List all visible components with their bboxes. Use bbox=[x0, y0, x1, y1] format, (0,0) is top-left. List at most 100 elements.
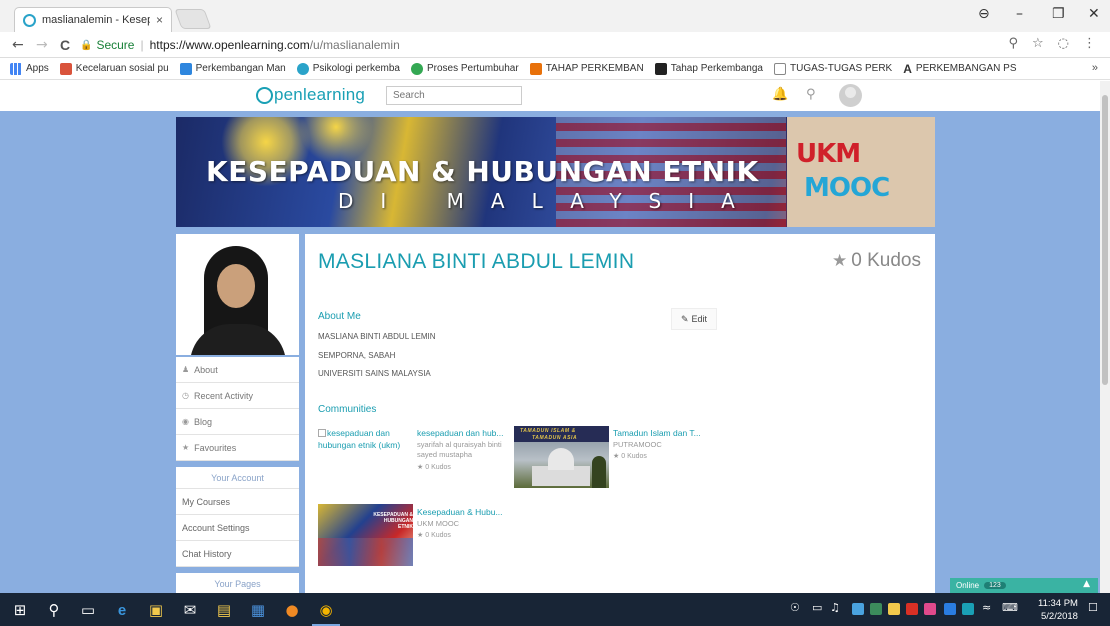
mail-icon[interactable]: ✉ bbox=[180, 600, 200, 620]
tab-close-icon[interactable]: × bbox=[156, 13, 163, 27]
tray-app-icon[interactable] bbox=[924, 603, 936, 615]
notifications-icon[interactable]: 🔔 bbox=[772, 87, 788, 102]
task-view-icon[interactable]: ▭ bbox=[78, 600, 98, 620]
scrollbar-thumb[interactable] bbox=[1102, 95, 1108, 385]
wifi-icon[interactable]: ≈ bbox=[982, 601, 991, 614]
browser-titlebar: maslianalemin - Kesepad × ⊖ – ❐ ✕ bbox=[0, 0, 1110, 32]
thumb-text: TAMADUN ISLAM & bbox=[520, 428, 576, 434]
edit-about-button[interactable]: ✎ Edit bbox=[671, 308, 717, 330]
maximize-button[interactable]: ❐ bbox=[1052, 6, 1065, 22]
sidebar-item-blog[interactable]: ◉ Blog bbox=[176, 409, 299, 435]
url-input[interactable]: 🔒 Secure | https://www.openlearning.com /… bbox=[80, 35, 1070, 55]
zoom-icon[interactable]: ⚲ bbox=[1008, 36, 1018, 51]
bookmark-item[interactable]: Tahap Perkembanga bbox=[654, 62, 763, 75]
about-me-heading: About Me bbox=[318, 311, 361, 322]
course-thumbnail-broken[interactable]: kesepaduan dan hubungan etnik (ukm) bbox=[318, 427, 413, 451]
openlearning-logo[interactable]: penlearning bbox=[256, 85, 365, 105]
secure-label: Secure bbox=[96, 38, 135, 52]
store-icon[interactable]: ▣ bbox=[146, 600, 166, 620]
course-banner: KESEPADUAN & HUBUNGAN ETNIK DI MALAYSIA … bbox=[176, 117, 935, 227]
course-title[interactable]: kesepaduan dan hub... bbox=[417, 428, 504, 438]
tab-title: maslianalemin - Kesepad bbox=[42, 14, 150, 26]
action-center-icon[interactable]: ☐ bbox=[1088, 601, 1098, 614]
taskbar-clock[interactable]: 11:34 PM 5/2/2018 bbox=[1038, 597, 1078, 623]
windows-taskbar: ⊞ ⚲ ▭ e ▣ ✉ ▤ ▦ ● ◉ ☉ ▭ ♫ ≈ ⌨ 11:34 PM 5… bbox=[0, 593, 1110, 626]
bookmark-favicon-icon bbox=[59, 62, 72, 75]
browser-tab[interactable]: maslianalemin - Kesepad × bbox=[14, 7, 172, 32]
battery-icon[interactable]: ▭ bbox=[812, 601, 822, 614]
bluetooth-icon[interactable] bbox=[944, 603, 956, 615]
chat-online-count: 123 bbox=[984, 582, 1006, 589]
edge-icon[interactable]: e bbox=[112, 600, 132, 620]
course-title[interactable]: Tamadun Islam dan T... bbox=[613, 428, 701, 438]
volume-icon[interactable]: ♫ bbox=[830, 601, 840, 614]
your-pages-heading: Your Pages bbox=[176, 573, 299, 593]
bookmark-item[interactable]: Kecelaruan sosial pu bbox=[59, 62, 169, 75]
openlearning-favicon-icon bbox=[23, 13, 36, 27]
people-icon[interactable]: ☉ bbox=[790, 601, 800, 614]
course-title[interactable]: Kesepaduan & Hubu... bbox=[417, 507, 503, 517]
tray-app-icon[interactable] bbox=[962, 603, 974, 615]
bookmark-item[interactable]: TUGAS-TUGAS PERK bbox=[773, 62, 892, 75]
tray-warning-icon[interactable] bbox=[888, 603, 900, 615]
chat-label: Online bbox=[956, 581, 980, 590]
url-separator: | bbox=[140, 38, 144, 52]
course-author: UKM MOOC bbox=[417, 519, 460, 528]
profile-icon[interactable]: ⊖ bbox=[978, 6, 990, 22]
back-button[interactable]: ← bbox=[12, 37, 24, 53]
letter-a-icon: A bbox=[903, 61, 912, 76]
keyboard-icon[interactable]: ⌨ bbox=[1002, 601, 1018, 614]
search-input[interactable] bbox=[386, 86, 522, 105]
chat-online-bar[interactable]: Online 123 ▲ bbox=[950, 578, 1098, 593]
tray-app-icon[interactable] bbox=[906, 603, 918, 615]
word-icon[interactable]: ▦ bbox=[248, 600, 268, 620]
communities-heading: Communities bbox=[318, 404, 377, 415]
extension-icon[interactable]: ◌ bbox=[1058, 36, 1069, 51]
profile-name: MASLIANA BINTI ABDUL LEMIN bbox=[318, 250, 635, 273]
sidebar-item-account-settings[interactable]: Account Settings bbox=[176, 515, 299, 541]
windows-start-icon[interactable]: ⊞ bbox=[10, 600, 30, 620]
your-account-heading: Your Account bbox=[176, 467, 299, 489]
chrome-menu-icon[interactable]: ⋮ bbox=[1083, 36, 1096, 51]
kudos-star-icon: ★ bbox=[417, 532, 426, 539]
chrome-icon[interactable]: ◉ bbox=[316, 600, 336, 620]
page-scrollbar[interactable] bbox=[1100, 81, 1110, 593]
bookmarks-overflow-icon[interactable]: » bbox=[1092, 62, 1098, 74]
messages-icon[interactable]: ⚲ bbox=[806, 87, 816, 102]
about-line: MASLIANA BINTI ABDUL LEMIN bbox=[318, 332, 436, 341]
chevron-up-icon[interactable]: ▲ bbox=[1083, 579, 1090, 589]
shield-icon[interactable] bbox=[870, 603, 882, 615]
bookmark-item[interactable]: Proses Pertumbuhar bbox=[410, 62, 519, 75]
thumb-text: KESEPADUAN & HUBUNGAN ETNIK bbox=[373, 512, 413, 530]
bookmark-item[interactable]: A PERKEMBANGAN PS bbox=[903, 62, 1016, 76]
sidebar-item-my-courses[interactable]: My Courses bbox=[176, 489, 299, 515]
close-window-button[interactable]: ✕ bbox=[1088, 6, 1100, 22]
logo-o-icon bbox=[256, 86, 273, 104]
reload-button[interactable]: C bbox=[60, 37, 70, 53]
course-thumbnail[interactable]: KESEPADUAN & HUBUNGAN ETNIK bbox=[318, 504, 413, 566]
search-icon[interactable]: ⚲ bbox=[44, 600, 64, 620]
tray-app-icon[interactable] bbox=[852, 603, 864, 615]
user-avatar[interactable] bbox=[839, 84, 862, 107]
bookmark-item[interactable]: TAHAP PERKEMBAN bbox=[529, 62, 644, 75]
sidebar-item-about[interactable]: ♟ About bbox=[176, 357, 299, 383]
bookmark-item[interactable]: Psikologi perkemba bbox=[296, 62, 400, 75]
file-explorer-icon[interactable]: ▤ bbox=[214, 600, 234, 620]
thumb-text: TAMADUN ASIA bbox=[532, 435, 578, 441]
bookmark-apps[interactable]: Apps bbox=[10, 62, 49, 75]
page-viewport: penlearning 🔔 ⚲ KESEPADUAN & HUBUNGAN ET… bbox=[0, 81, 1100, 593]
sidebar-item-recent-activity[interactable]: ◷ Recent Activity bbox=[176, 383, 299, 409]
bookmark-star-icon[interactable]: ☆ bbox=[1032, 36, 1044, 51]
sidebar-item-chat-history[interactable]: Chat History bbox=[176, 541, 299, 567]
course-thumbnail[interactable]: TAMADUN ISLAM & TAMADUN ASIA bbox=[514, 426, 609, 488]
clock-icon: ◷ bbox=[182, 391, 189, 400]
firefox-icon[interactable]: ● bbox=[282, 600, 302, 620]
sidebar-item-favourites[interactable]: ★ Favourites bbox=[176, 435, 299, 461]
new-tab-button[interactable] bbox=[174, 9, 212, 29]
bookmark-item[interactable]: Perkembangan Man bbox=[179, 62, 286, 75]
apps-grid-icon bbox=[10, 62, 22, 75]
minimize-button[interactable]: – bbox=[1016, 6, 1023, 22]
course-author: PUTRAMOOC bbox=[613, 440, 662, 449]
forward-button[interactable]: → bbox=[36, 37, 48, 53]
kudos-star-icon: ★ bbox=[613, 453, 622, 460]
